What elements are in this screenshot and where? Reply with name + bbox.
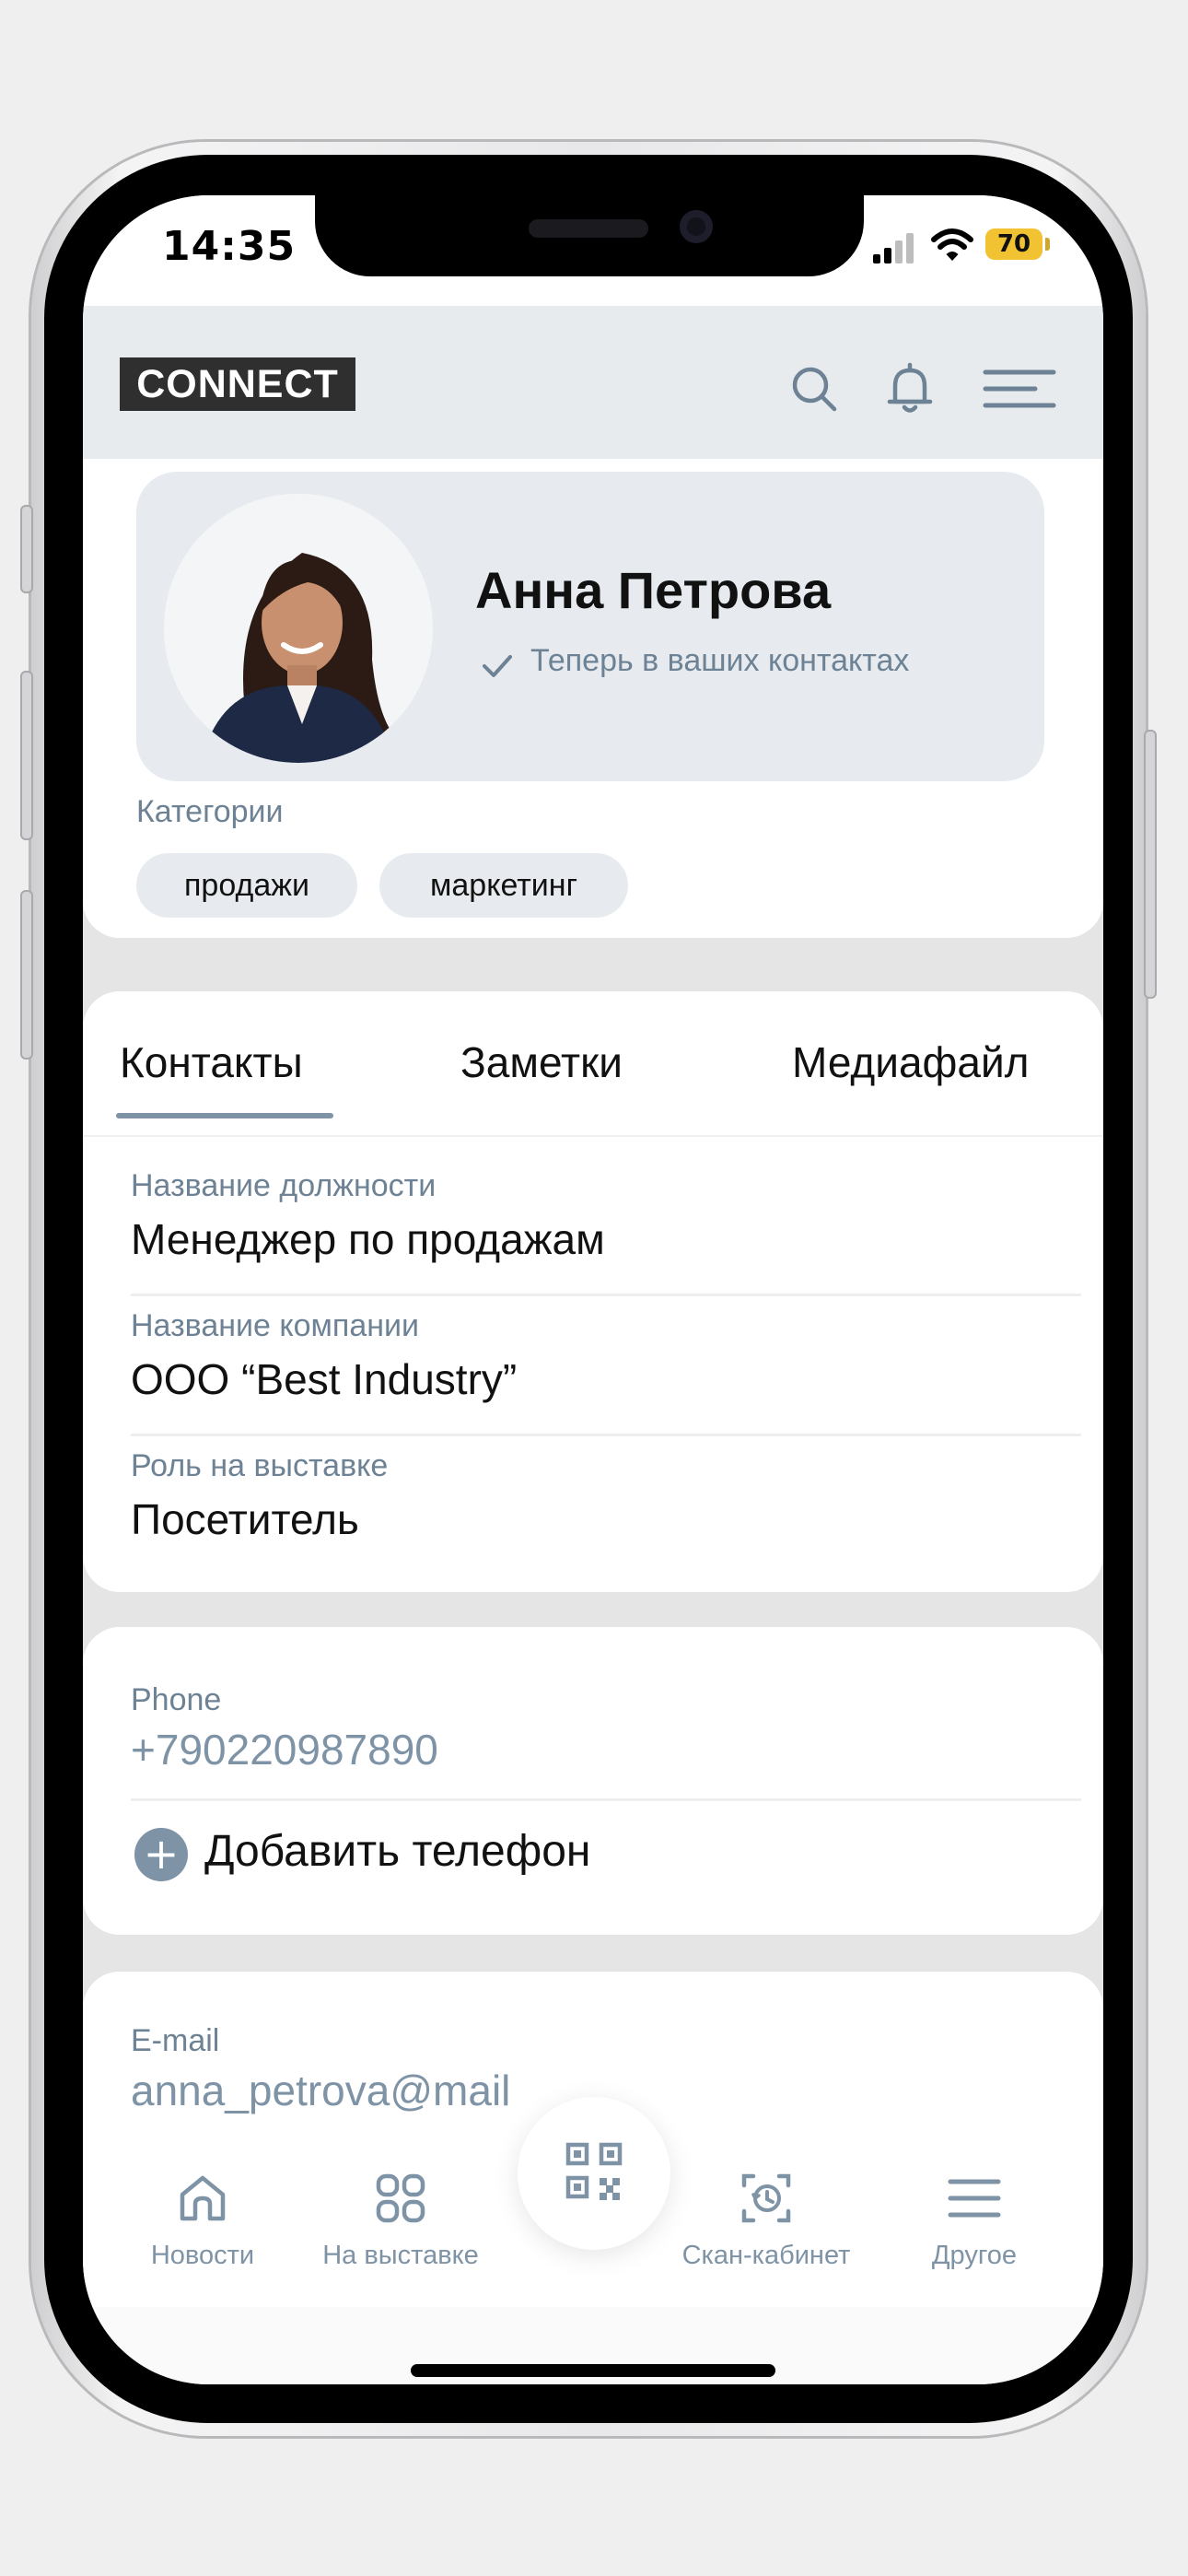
earpiece-speaker	[529, 219, 648, 238]
contact-name: Анна Петрова	[475, 561, 832, 619]
status-bar: 14:35 70	[83, 195, 1103, 306]
active-tab-indicator	[116, 1113, 333, 1118]
tabs-divider	[83, 1135, 1103, 1137]
menu-icon[interactable]	[982, 361, 1057, 416]
front-camera	[680, 210, 713, 243]
status-time: 14:35	[162, 223, 297, 270]
home-indicator[interactable]	[411, 2364, 775, 2377]
job-title-label: Название должности	[131, 1168, 437, 1203]
details-card: Контакты Заметки Медиафайл Название долж…	[83, 991, 1103, 1592]
profile-summary: Анна Петрова Теперь в ваших контактах	[136, 472, 1044, 781]
home-icon	[180, 2175, 226, 2221]
field-divider	[131, 1434, 1081, 1436]
avatar[interactable]	[164, 494, 433, 763]
tab-media[interactable]: Медиафайл	[792, 1037, 1030, 1087]
battery-tip	[1045, 238, 1050, 251]
phone-label: Phone	[131, 1682, 222, 1717]
contact-status: Теперь в ваших контактах	[530, 643, 910, 678]
menu-icon	[948, 2179, 1001, 2218]
category-chip[interactable]: маркетинг	[379, 853, 628, 918]
email-label: E-mail	[131, 2023, 220, 2058]
check-icon	[483, 655, 512, 677]
categories-label: Категории	[136, 794, 284, 829]
add-icon[interactable]: +	[134, 1828, 188, 1881]
nav-scan-cabinet[interactable]: Скан-кабинет	[669, 2171, 864, 2271]
power-button	[1144, 730, 1157, 999]
wifi-icon	[931, 228, 973, 261]
history-icon	[741, 2173, 791, 2223]
nav-label: На выставке	[322, 2241, 479, 2270]
add-phone-button[interactable]: Добавить телефон	[204, 1826, 590, 1877]
volume-down-button	[20, 890, 33, 1060]
mute-switch	[20, 505, 33, 593]
company-value: ООО “Best Industry”	[131, 1355, 518, 1403]
app-header: CONNECT	[83, 306, 1103, 459]
category-chip[interactable]: продажи	[136, 853, 357, 918]
nav-news[interactable]: Новости	[138, 2171, 267, 2271]
volume-up-button	[20, 671, 33, 840]
grid-icon	[376, 2173, 425, 2223]
bell-icon[interactable]	[882, 361, 938, 416]
field-divider	[131, 1294, 1081, 1296]
nav-label: Новости	[150, 2241, 255, 2270]
phone-card: Phone +790220987890 + Добавить телефон	[83, 1627, 1103, 1935]
nav-expo[interactable]: На выставке	[313, 2171, 488, 2271]
qr-scan-button[interactable]	[518, 2097, 670, 2250]
cellular-signal-icon	[873, 233, 914, 263]
search-icon[interactable]	[786, 361, 842, 416]
company-label: Название компании	[131, 1308, 420, 1343]
nav-other[interactable]: Другое	[919, 2171, 1030, 2271]
profile-card: Анна Петрова Теперь в ваших контактах Ка…	[83, 459, 1103, 938]
nav-label: Скан-кабинет	[681, 2241, 851, 2270]
qr-code-icon	[565, 2142, 623, 2200]
screen: 14:35 70 CONNECT Анна Петрова Теперь в в…	[83, 195, 1103, 2384]
phone-value[interactable]: +790220987890	[131, 1725, 438, 1774]
expo-role-value: Посетитель	[131, 1495, 359, 1543]
battery-icon: 70	[985, 228, 1042, 260]
tab-notes[interactable]: Заметки	[460, 1037, 623, 1087]
nav-label: Другое	[931, 2241, 1018, 2270]
job-title-value: Менеджер по продажам	[131, 1215, 605, 1263]
tab-contacts[interactable]: Контакты	[120, 1037, 303, 1087]
app-logo[interactable]: CONNECT	[120, 357, 355, 411]
profile-photo	[164, 494, 433, 763]
field-divider	[131, 1798, 1081, 1801]
email-value[interactable]: anna_petrova@mail	[131, 2066, 510, 2115]
expo-role-label: Роль на выставке	[131, 1448, 389, 1483]
notch	[315, 195, 864, 276]
